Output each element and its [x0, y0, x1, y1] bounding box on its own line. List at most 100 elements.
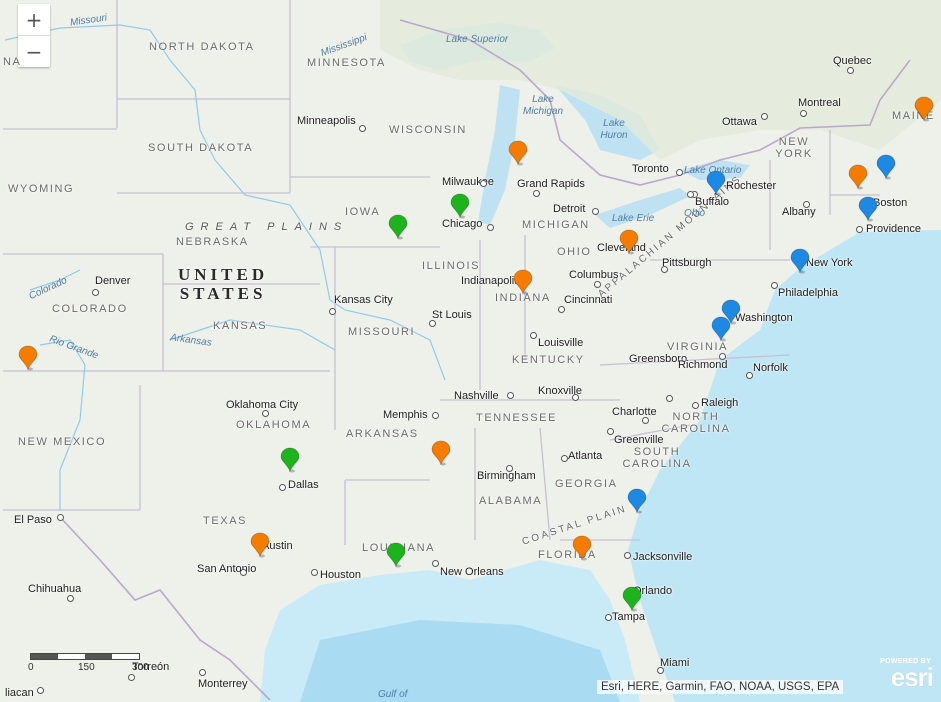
city-dot-icon [92, 289, 99, 296]
map-marker-green-pin-icon[interactable] [622, 586, 642, 612]
city-dot-icon [199, 669, 206, 676]
esri-logo[interactable]: POWERED BY esri [871, 658, 934, 692]
city-dot-icon [533, 190, 540, 197]
city-dot-icon [666, 395, 673, 402]
map-marker-blue-pin-icon[interactable] [790, 248, 810, 274]
map-marker-orange-pin-icon[interactable] [914, 96, 934, 122]
map-marker-blue-pin-icon[interactable] [706, 170, 726, 196]
city-dot-icon [429, 320, 436, 327]
city-label: Columbus [569, 269, 619, 281]
map-marker-orange-pin-icon[interactable] [508, 140, 528, 166]
state-label: NORTH DAKOTA [149, 41, 255, 53]
city-dot-icon [480, 180, 487, 187]
city-label: Philadelphia [778, 287, 838, 299]
map-marker-orange-pin-icon[interactable] [619, 229, 639, 255]
zoom-out-button[interactable]: − [18, 35, 50, 67]
city-dot-icon [771, 282, 778, 289]
map-marker-green-pin-icon[interactable] [386, 542, 406, 568]
city-dot-icon [657, 667, 664, 674]
city-dot-icon [592, 208, 599, 215]
city-label: Birmingham [477, 470, 536, 482]
map-marker-orange-pin-icon[interactable] [572, 535, 592, 561]
state-label: VIRGINIA [667, 341, 729, 353]
state-label: NEBRASKA [176, 236, 249, 248]
state-label: ALABAMA [479, 495, 543, 507]
city-label: Raleigh [701, 397, 739, 409]
state-label: GEORGIA [555, 478, 618, 490]
city-dot-icon [262, 410, 269, 417]
city-dot-icon [279, 484, 286, 491]
state-label: TEXAS [203, 515, 248, 527]
city-dot-icon [359, 125, 366, 132]
country-label: UNITED STATES [178, 265, 268, 303]
water-label: Gulf of [378, 689, 408, 700]
map-marker-green-pin-icon[interactable] [450, 193, 470, 219]
city-dot-icon [507, 392, 514, 399]
city-label: Kansas City [334, 294, 393, 306]
zoom-in-button[interactable]: + [18, 4, 50, 35]
map-view[interactable]: + − UNITED STATES GREAT PLAINS COASTAL P… [0, 0, 941, 702]
city-label: Chicago [442, 218, 483, 230]
map-marker-orange-pin-icon[interactable] [513, 269, 533, 295]
map-marker-blue-pin-icon[interactable] [876, 154, 896, 180]
city-label: Rochester [726, 180, 777, 192]
map-marker-green-pin-icon[interactable] [388, 214, 408, 240]
city-dot-icon [676, 169, 683, 176]
state-label: NA [3, 56, 22, 68]
map-marker-blue-pin-icon[interactable] [711, 316, 731, 342]
city-label: Providence [866, 223, 922, 235]
water-label: Lake Michigan [522, 94, 564, 117]
map-marker-green-pin-icon[interactable] [280, 447, 300, 473]
city-label: Ottawa [722, 116, 757, 128]
state-label: KENTUCKY [512, 354, 585, 366]
city-label: Memphis [383, 409, 428, 421]
country-label-line-1: UNITED [178, 265, 269, 284]
state-label: OKLAHOMA [236, 419, 312, 431]
map-marker-blue-pin-icon[interactable] [858, 196, 878, 222]
water-label: Lake Superior [446, 34, 509, 45]
zoom-control: + − [18, 4, 50, 67]
map-marker-orange-pin-icon[interactable] [848, 164, 868, 190]
city-label: Albany [782, 206, 816, 218]
city-label: Atlanta [568, 450, 603, 462]
region-label-great-plains: GREAT PLAINS [185, 221, 349, 233]
city-label: Buffalo [695, 196, 730, 208]
city-dot-icon [128, 674, 135, 681]
city-dot-icon [37, 687, 44, 694]
map-marker-orange-pin-icon[interactable] [250, 532, 270, 558]
city-label: Miami [660, 657, 690, 669]
city-label: Houston [320, 569, 361, 581]
city-dot-icon [530, 332, 537, 339]
city-label: Toronto [632, 163, 669, 175]
map-marker-blue-pin-icon[interactable] [627, 488, 647, 514]
state-label: SOUTH CAROLINA [622, 446, 692, 470]
state-label: ILLINOIS [422, 260, 481, 272]
city-label: Indianapolis [461, 275, 520, 287]
city-dot-icon [761, 113, 768, 120]
map-marker-orange-pin-icon[interactable] [431, 440, 451, 466]
city-dot-icon [57, 514, 64, 521]
city-label: Nashville [454, 390, 499, 402]
scale-tick: 300 [132, 662, 149, 673]
state-label: NEW MEXICO [18, 436, 107, 448]
city-dot-icon [847, 67, 854, 74]
city-dot-icon [67, 595, 74, 602]
city-dot-icon [661, 266, 668, 273]
city-label: Minneapolis [297, 115, 356, 127]
state-label: MINNESOTA [307, 57, 386, 69]
city-label: Oklahoma City [226, 399, 299, 411]
map-marker-orange-pin-icon[interactable] [18, 345, 38, 371]
city-label: Quebec [833, 55, 872, 67]
city-label: Cincinnati [564, 294, 613, 306]
attribution[interactable]: Esri, HERE, Garmin, FAO, NOAA, USGS, EPA [597, 680, 844, 694]
state-label: NEW YORK [775, 136, 813, 160]
city-label: Jacksonville [633, 551, 693, 563]
state-label: SOUTH DAKOTA [148, 142, 254, 154]
state-label: NORTH CAROLINA [661, 411, 731, 435]
city-label: St Louis [432, 309, 472, 321]
state-label: KANSAS [213, 320, 268, 332]
scale-tick: 0 [28, 662, 34, 673]
water-label: Lake Huron [600, 118, 628, 141]
city-dot-icon [506, 465, 513, 472]
city-label: Detroit [553, 203, 586, 215]
